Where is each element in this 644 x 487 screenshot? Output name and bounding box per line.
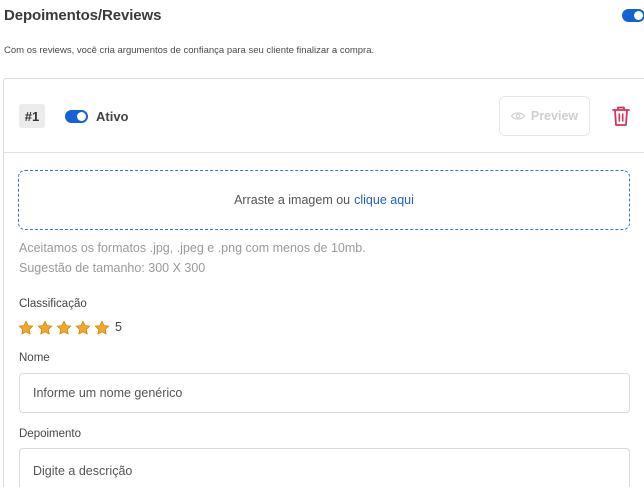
section-description: Com os reviews, você cria argumentos de … [4, 45, 375, 56]
trash-icon[interactable] [611, 105, 631, 127]
active-label: Ativo [96, 109, 129, 124]
review-number-badge: #1 [19, 104, 45, 128]
dropzone-link[interactable]: clique aqui [354, 193, 414, 207]
name-input[interactable]: Informe um nome genérico [19, 373, 630, 413]
star-icon[interactable] [37, 320, 53, 336]
star-icon[interactable] [18, 320, 34, 336]
dropzone-prompt: Arraste a imagem ou [234, 193, 351, 207]
section-enabled-toggle[interactable] [622, 9, 644, 22]
review-card: #1 Ativo Preview Arraste a imagem ou cli… [3, 78, 644, 487]
star-icon[interactable] [56, 320, 72, 336]
preview-label: Preview [530, 109, 579, 123]
star-icon[interactable] [75, 320, 91, 336]
active-toggle[interactable] [65, 110, 88, 123]
rating-label: Classificação [19, 298, 87, 310]
size-hint: Sugestão de tamanho: 300 X 300 [19, 261, 206, 275]
testimonial-label: Depoimento [19, 428, 82, 440]
formats-hint: Aceitamos os formatos .jpg, .jpeg e .png… [19, 241, 366, 255]
rating-stars[interactable] [18, 320, 110, 336]
image-dropzone[interactable]: Arraste a imagem ou clique aqui [18, 170, 630, 230]
rating-value: 5 [115, 320, 122, 334]
name-label: Nome [19, 352, 50, 364]
testimonial-input[interactable]: Digite a descrição [19, 448, 630, 487]
review-card-header: #1 Ativo Preview [4, 79, 644, 153]
eye-icon [510, 112, 525, 120]
preview-button[interactable]: Preview [499, 96, 590, 136]
star-icon[interactable] [94, 320, 110, 336]
section-title: Depoimentos/Reviews [4, 7, 162, 24]
